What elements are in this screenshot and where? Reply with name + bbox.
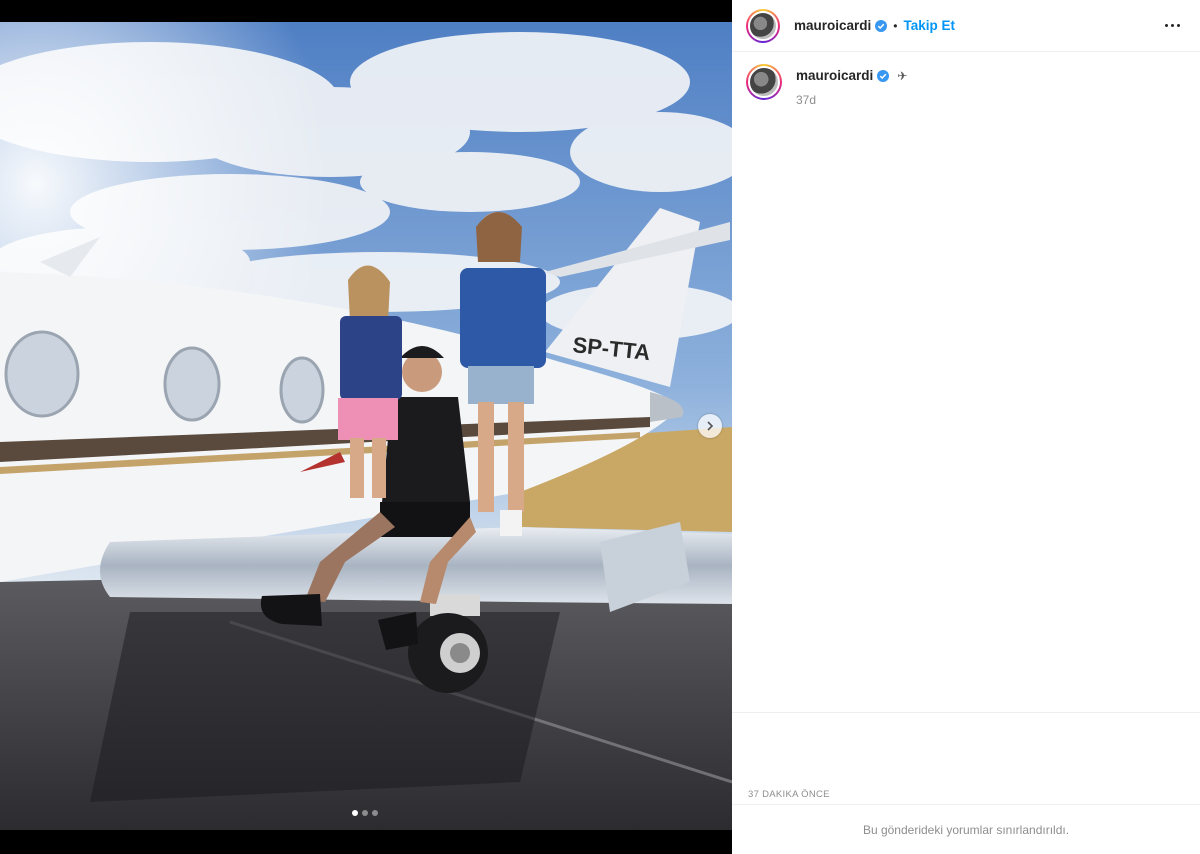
carousel-indicator — [352, 810, 378, 816]
avatar[interactable] — [746, 64, 782, 100]
more-options-icon[interactable] — [1159, 18, 1186, 33]
avatar-image — [748, 10, 778, 41]
avatar-image — [748, 66, 780, 98]
airplane-emoji-icon: ✈ — [897, 68, 908, 83]
carousel-dot — [352, 810, 358, 816]
carousel-dot — [372, 810, 378, 816]
comments-limited-notice: Bu gönderideki yorumlar sınırlandırıldı. — [732, 804, 1200, 854]
caption-body: mauroicardi ✈ 37d — [796, 64, 907, 107]
instagram-post-view: SP-TTA mauroicardi • Takip Et mauroicard… — [0, 0, 1200, 854]
post-media: SP-TTA — [0, 0, 732, 854]
caption: mauroicardi ✈ 37d — [732, 52, 1200, 119]
photo-scene: SP-TTA — [0, 22, 732, 830]
post-photo[interactable]: SP-TTA — [0, 22, 732, 830]
divider — [732, 712, 1200, 713]
follow-button[interactable]: Takip Et — [903, 18, 955, 33]
caption-line: mauroicardi ✈ — [796, 68, 907, 83]
username-link[interactable]: mauroicardi — [794, 18, 871, 33]
chevron-right-icon — [707, 421, 714, 431]
separator-dot: • — [893, 18, 898, 33]
caption-timestamp[interactable]: 37d — [796, 93, 907, 107]
comments-limited-text: Bu gönderideki yorumlar sınırlandırıldı. — [862, 822, 1070, 837]
verified-badge-icon — [877, 69, 890, 82]
post-header: mauroicardi • Takip Et — [732, 0, 1200, 52]
post-timestamp[interactable]: 37 dakika önce — [748, 789, 830, 800]
carousel-dot — [362, 810, 368, 816]
post-side-panel: mauroicardi • Takip Et mauroicardi ✈ 37d… — [732, 0, 1200, 854]
carousel-next-button[interactable] — [698, 414, 722, 438]
avatar[interactable] — [746, 8, 780, 43]
verified-badge-icon — [875, 19, 888, 32]
caption-username-link[interactable]: mauroicardi — [796, 68, 873, 83]
